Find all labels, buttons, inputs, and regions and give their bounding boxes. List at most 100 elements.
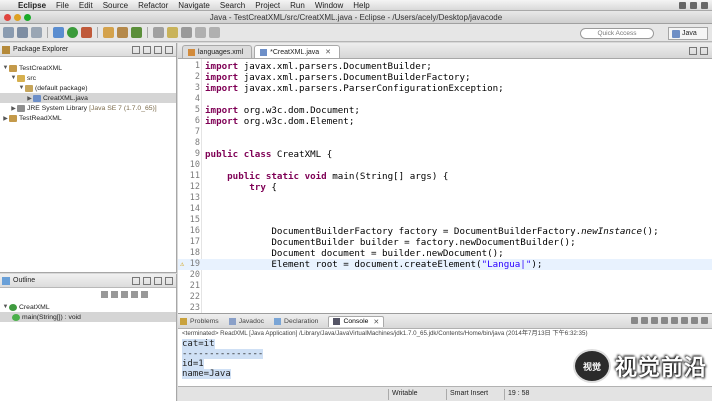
tree-item-testcreatxml[interactable]: ▼ TestCreatXML: [0, 63, 176, 73]
tree-item-creatxml-java[interactable]: ▶ CreatXML.java: [0, 93, 176, 103]
menu-edit[interactable]: Edit: [74, 1, 98, 10]
debug-icon[interactable]: [53, 27, 64, 38]
minimize-view-icon[interactable]: [154, 46, 162, 54]
expand-toggle-icon[interactable]: ▼: [18, 85, 25, 91]
tab-console[interactable]: Console ✕: [328, 315, 385, 327]
scroll-lock-icon[interactable]: [661, 317, 668, 324]
expand-toggle-icon[interactable]: ▼: [2, 65, 9, 71]
new-class-icon[interactable]: [131, 27, 142, 38]
external-tools-icon[interactable]: [81, 27, 92, 38]
code-text[interactable]: Document document = builder.newDocument(…: [205, 248, 503, 259]
quick-access-field[interactable]: Quick Access: [580, 28, 654, 39]
status-icon[interactable]: [679, 1, 686, 9]
maximize-editor-icon[interactable]: [700, 47, 708, 55]
code-line[interactable]: 14: [178, 204, 712, 215]
menu-refactor[interactable]: Refactor: [133, 1, 173, 10]
menu-help[interactable]: Help: [348, 1, 374, 10]
maximize-view-icon[interactable]: [701, 317, 708, 324]
menu-run[interactable]: Run: [285, 1, 310, 10]
code-line[interactable]: 12 try {: [178, 182, 712, 193]
save-icon[interactable]: [17, 27, 28, 38]
maximize-view-icon[interactable]: [165, 46, 173, 54]
minimize-view-icon[interactable]: [154, 277, 162, 285]
annotation-icon[interactable]: [181, 27, 192, 38]
code-text[interactable]: import org.w3c.dom.Element;: [205, 116, 354, 127]
pin-console-icon[interactable]: [671, 317, 678, 324]
tab-languages-xml[interactable]: languages.xml: [182, 45, 253, 58]
code-line[interactable]: 9 public class CreatXML {: [178, 149, 712, 160]
outline-filter-icon[interactable]: [121, 291, 128, 298]
open-type-icon[interactable]: [153, 27, 164, 38]
outline-filter-icon[interactable]: [131, 291, 138, 298]
close-tab-icon[interactable]: ✕: [325, 48, 331, 56]
outline-menu-icon[interactable]: [141, 291, 148, 298]
search-icon[interactable]: [167, 27, 178, 38]
java-perspective-button[interactable]: Java: [668, 27, 708, 40]
code-line[interactable]: 2 import javax.xml.parsers.DocumentBuilde…: [178, 72, 712, 83]
code-text[interactable]: DocumentBuilder builder = factory.newDoc…: [205, 237, 575, 248]
code-line[interactable]: 13: [178, 193, 712, 204]
spotlight-icon[interactable]: [701, 1, 708, 9]
menu-file[interactable]: File: [51, 1, 74, 10]
code-text[interactable]: try {: [205, 182, 277, 193]
code-line[interactable]: 1 import javax.xml.parsers.DocumentBuilde…: [178, 61, 712, 72]
print-icon[interactable]: [31, 27, 42, 38]
code-line[interactable]: 5 import org.w3c.dom.Document;: [178, 105, 712, 116]
wifi-icon[interactable]: [690, 1, 697, 9]
remove-launch-icon[interactable]: [641, 317, 648, 324]
tab-javadoc[interactable]: Javadoc: [228, 317, 264, 325]
code-text[interactable]: public static void main(String[] args) {: [205, 171, 448, 182]
code-text[interactable]: public class CreatXML {: [205, 149, 332, 160]
display-console-icon[interactable]: [681, 317, 688, 324]
code-line[interactable]: 6 import org.w3c.dom.Element;: [178, 116, 712, 127]
run-icon[interactable]: [67, 27, 78, 38]
minimize-view-icon[interactable]: [691, 317, 698, 324]
code-text[interactable]: import javax.xml.parsers.DocumentBuilder…: [205, 72, 471, 83]
zoom-window-icon[interactable]: [24, 14, 31, 21]
code-line[interactable]: 22: [178, 292, 712, 303]
code-line[interactable]: 7: [178, 127, 712, 138]
code-text[interactable]: Element root = document.createElement("L…: [205, 259, 542, 270]
code-line[interactable]: 17 DocumentBuilder builder = factory.new…: [178, 237, 712, 248]
code-line[interactable]: 21: [178, 281, 712, 292]
tab-problems[interactable]: Problems: [180, 317, 219, 325]
tree-item-testreadxml[interactable]: ▶ TestReadXML: [0, 113, 176, 123]
tab-creatxml-java[interactable]: *CreatXML.java ✕: [254, 45, 341, 58]
code-line[interactable]: 18 Document document = builder.newDocume…: [178, 248, 712, 259]
outline-filter-icon[interactable]: [111, 291, 118, 298]
close-tab-icon[interactable]: ✕: [373, 318, 379, 326]
code-line[interactable]: 16 DocumentBuilderFactory factory = Docu…: [178, 226, 712, 237]
menu-window[interactable]: Window: [310, 1, 348, 10]
outline-tab[interactable]: Outline: [0, 274, 176, 288]
link-with-editor-icon[interactable]: [143, 46, 151, 54]
menu-search[interactable]: Search: [215, 1, 250, 10]
collapse-toggle-icon[interactable]: ▶: [10, 105, 17, 112]
menu-project[interactable]: Project: [250, 1, 285, 10]
maximize-view-icon[interactable]: [165, 277, 173, 285]
code-line[interactable]: 15: [178, 215, 712, 226]
code-line[interactable]: 10: [178, 160, 712, 171]
expand-toggle-icon[interactable]: ▼: [10, 75, 17, 81]
clear-console-icon[interactable]: [651, 317, 658, 324]
forward-icon[interactable]: [209, 27, 220, 38]
terminate-icon[interactable]: [631, 317, 638, 324]
minimize-editor-icon[interactable]: [689, 47, 697, 55]
back-icon[interactable]: [195, 27, 206, 38]
expand-toggle-icon[interactable]: ▼: [2, 304, 9, 310]
minimize-window-icon[interactable]: [14, 14, 21, 21]
new-icon[interactable]: [3, 27, 14, 38]
collapse-toggle-icon[interactable]: ▶: [2, 115, 9, 122]
code-area[interactable]: 1 import javax.xml.parsers.DocumentBuilde…: [178, 59, 712, 313]
code-line[interactable]: 3 import javax.xml.parsers.ParserConfigur…: [178, 83, 712, 94]
new-package-icon[interactable]: [117, 27, 128, 38]
code-text[interactable]: import org.w3c.dom.Document;: [205, 105, 360, 116]
new-java-project-icon[interactable]: [103, 27, 114, 38]
code-text[interactable]: import javax.xml.parsers.ParserConfigura…: [205, 83, 504, 94]
tree-item-default-package[interactable]: ▼ (default package): [0, 83, 176, 93]
tree-item-jre-library[interactable]: ▶ JRE System Library [Java SE 7 (1.7.0_6…: [0, 103, 176, 113]
code-line[interactable]: 4: [178, 94, 712, 105]
code-text[interactable]: import javax.xml.parsers.DocumentBuilder…: [205, 61, 432, 72]
code-line[interactable]: ⚠ 19 Element root = document.createElemen…: [178, 259, 712, 270]
collapse-toggle-icon[interactable]: ▶: [26, 95, 33, 102]
menu-app[interactable]: Eclipse: [14, 1, 51, 10]
